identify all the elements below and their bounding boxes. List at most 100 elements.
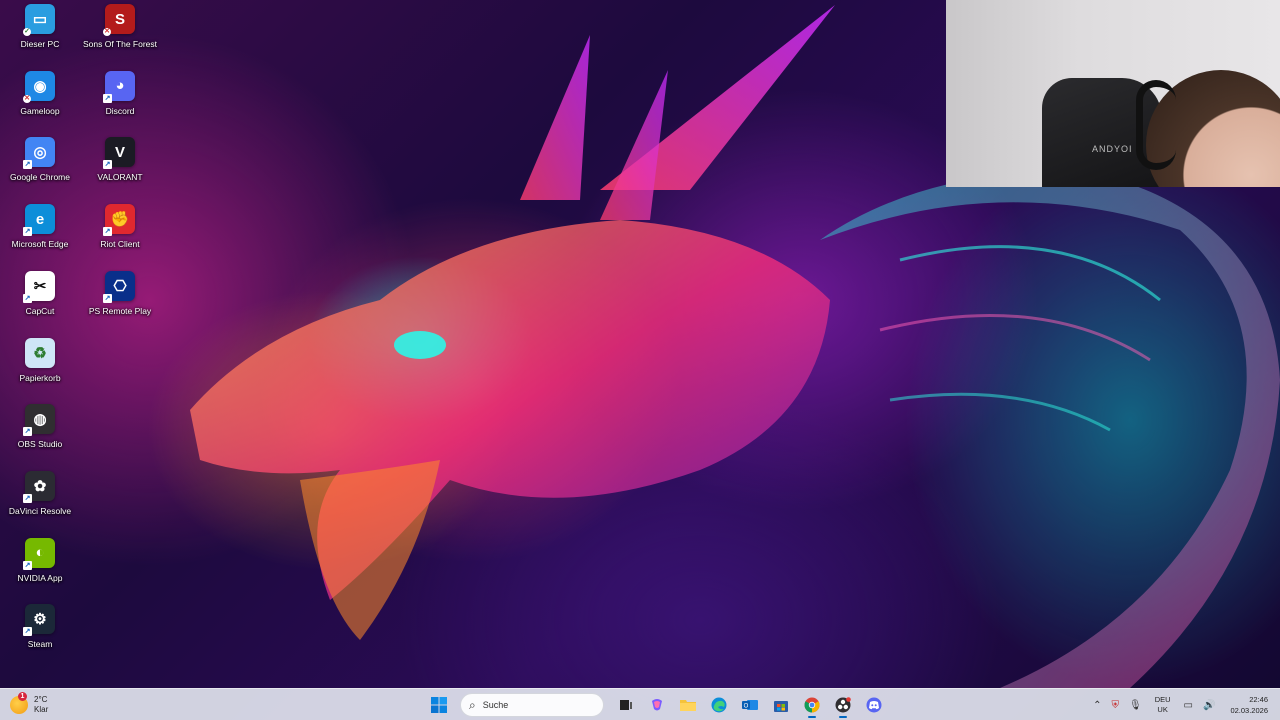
taskbar: 1 2°C Klar ⌕ Suche O ⌃ ⛨ 🎙 DEU UK ▭ 🔊 22… (0, 688, 1280, 720)
weather-condition: Klar (34, 705, 49, 714)
headset (1136, 80, 1176, 170)
desktop-icon-label: CapCut (25, 305, 55, 316)
folder-icon (679, 700, 696, 711)
desktop-icon-obs-studio[interactable]: ◍ ↗ OBS Studio (1, 404, 79, 466)
language-indicator[interactable]: DEU UK (1155, 695, 1171, 715)
outlook-icon: O (741, 700, 758, 710)
obs-icon (835, 697, 851, 713)
shortcut-arrow-icon: ↗ (23, 627, 32, 637)
language-line2: UK (1157, 705, 1168, 714)
weather-widget[interactable]: 1 2°C Klar (10, 692, 48, 718)
shortcut-arrow-icon: ↗ (103, 293, 112, 303)
desktop-icon-label: Sons Of The Forest (82, 39, 157, 49)
discord-icon: ◕ ↗ (103, 70, 135, 103)
search-placeholder: Suche (482, 700, 509, 710)
shortcut-arrow-icon: ↗ (23, 493, 32, 503)
desktop-icon-label: PS Remote Play (88, 305, 152, 316)
microphone-icon[interactable]: 🎙 (1129, 700, 1142, 711)
edge-icon: e ↗ (23, 204, 55, 237)
clock[interactable]: 22:46 02.03.2026 (1230, 694, 1268, 716)
start-button[interactable] (426, 692, 452, 718)
recycle-bin-icon: ♻ (25, 337, 55, 368)
davinci-icon: ✿ ↗ (23, 470, 55, 503)
security-icon[interactable]: ⛨ (1112, 700, 1120, 711)
clock-time: 22:46 (1249, 695, 1268, 704)
desktop-icon-label: DaVinci Resolve (8, 505, 72, 516)
valorant-icon: V ↗ (103, 137, 135, 170)
system-tray: ⌃ ⛨ 🎙 DEU UK ▭ 🔊 22:46 02.03.2026 (1088, 689, 1272, 720)
chrome-taskbar-button[interactable] (799, 692, 825, 718)
volume-icon[interactable]: 🔊 (1203, 700, 1215, 711)
error-badge-icon: ✕ (23, 94, 31, 103)
desktop-icon-label: Google Chrome (9, 172, 70, 183)
edge-icon (711, 697, 726, 713)
desktop-icon-label: Microsoft Edge (11, 239, 69, 250)
search-box[interactable]: ⌕ Suche (460, 693, 604, 717)
gameloop-icon: ◉ ✕ (23, 70, 55, 103)
desktop-icon-label: VALORANT (97, 172, 143, 183)
taskbar-center: ⌕ Suche O (423, 692, 889, 718)
obs-taskbar-button[interactable] (830, 692, 856, 718)
edge-taskbar-button[interactable] (706, 692, 732, 718)
desktop-icon-papierkorb[interactable]: ♻ Papierkorb (1, 337, 79, 400)
desktop-icon-sons-of-the-forest[interactable]: S ✕ Sons Of The Forest (81, 4, 159, 66)
error-badge-icon: ✕ (103, 28, 111, 36)
weather-badge: 1 (18, 692, 27, 701)
webcam-overlay: ANDYOI (946, 0, 1280, 187)
desktop-icon-label: Dieser PC (20, 39, 60, 49)
chrome-icon (804, 697, 819, 713)
weather-sun-icon: 1 (10, 692, 28, 714)
nvidia-icon: ◐ ↗ (23, 537, 55, 570)
copilot-icon (651, 699, 662, 711)
desktop-icon-label: Riot Client (100, 239, 140, 250)
desktop-icon-ps-remote-play[interactable]: ⎔ ↗ PS Remote Play (81, 270, 159, 333)
copilot-button[interactable] (644, 692, 670, 718)
desktop-icon-google-chrome[interactable]: ◎ ↗ Google Chrome (1, 137, 79, 199)
desktop-icon-label: Discord (105, 105, 135, 116)
shortcut-arrow-icon: ↗ (23, 293, 32, 303)
desktop-icon-nvidia-app[interactable]: ◐ ↗ NVIDIA App (1, 537, 79, 600)
ps-remote-icon: ⎔ ↗ (103, 270, 135, 303)
chevron-up-icon[interactable]: ⌃ (1093, 700, 1101, 711)
shortcut-arrow-icon: ↗ (23, 560, 32, 570)
task-view-button[interactable] (613, 692, 639, 718)
chrome-icon: ◎ ↗ (23, 137, 55, 170)
display-icon[interactable]: ▭ (1184, 700, 1193, 711)
desktop-icon-label: OBS Studio (17, 439, 63, 450)
task-view-icon (619, 700, 632, 710)
desktop-icon-riot-client[interactable]: ✊ ↗ Riot Client (81, 204, 159, 266)
desktop-icon-davinci-resolve[interactable]: ✿ ↗ DaVinci Resolve (1, 470, 79, 533)
steam-icon: ⚙ ↗ (23, 604, 55, 637)
computer-icon: ▭ ✓ (23, 4, 55, 36)
desktop-icon-label: Papierkorb (19, 372, 61, 383)
shortcut-arrow-icon: ↗ (23, 227, 32, 237)
riot-icon: ✊ ↗ (103, 204, 135, 237)
capcut-icon: ✂ ↗ (23, 270, 55, 303)
shortcut-arrow-icon: ↗ (23, 160, 32, 170)
desktop-icon-gameloop[interactable]: ◉ ✕ Gameloop (1, 70, 79, 133)
desktop-icon-steam[interactable]: ⚙ ↗ Steam (1, 604, 79, 666)
windows-icon (430, 697, 447, 713)
weather-temp: 2°C (34, 695, 48, 704)
discord-icon (866, 697, 881, 713)
shortcut-arrow-icon: ↗ (103, 93, 112, 103)
language-line1: DEU (1154, 695, 1171, 704)
store-icon (773, 701, 788, 712)
outlook-button[interactable]: O (737, 692, 763, 718)
game-icon: S ✕ (103, 4, 135, 36)
clock-date: 02.03.2026 (1230, 706, 1268, 715)
sync-badge-icon: ✓ (23, 28, 31, 36)
desktop-icon-dieser-pc[interactable]: ▭ ✓ Dieser PC (1, 4, 79, 66)
svg-text:O: O (743, 704, 748, 710)
chair-brand-text: ANDYOI (1092, 144, 1133, 154)
desktop-icon-valorant[interactable]: V ↗ VALORANT (81, 137, 159, 199)
desktop-icon-discord[interactable]: ◕ ↗ Discord (81, 70, 159, 133)
obs-icon: ◍ ↗ (23, 404, 55, 437)
discord-taskbar-button[interactable] (861, 692, 887, 718)
store-button[interactable] (768, 692, 794, 718)
desktop-icon-label: Steam (27, 639, 53, 650)
shortcut-arrow-icon: ↗ (103, 227, 112, 237)
file-explorer-button[interactable] (675, 692, 701, 718)
desktop-icon-microsoft-edge[interactable]: e ↗ Microsoft Edge (1, 204, 79, 266)
desktop-icon-capcut[interactable]: ✂ ↗ CapCut (1, 270, 79, 333)
